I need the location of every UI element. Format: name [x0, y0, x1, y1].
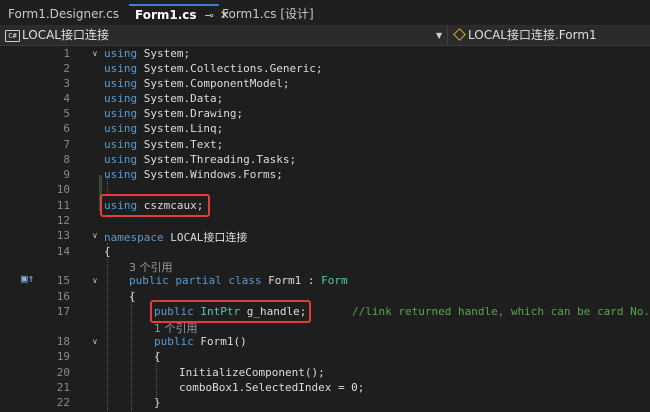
code-line-8: using System.Threading.Tasks; [104, 153, 296, 166]
tab-form1-design[interactable]: Form1.cs [设计] [216, 4, 320, 25]
keyword-using: using [104, 77, 138, 90]
code-line-14: { [104, 245, 111, 258]
code-line-18: public Form1() [154, 335, 247, 348]
collapse-icon[interactable]: ∨ [92, 231, 98, 240]
pin-icon[interactable]: ⊸ [205, 9, 214, 22]
keyword-partial: partial [175, 274, 222, 287]
line-number: 19 [56, 350, 70, 363]
code-line-1: using System; [104, 47, 190, 60]
csharp-project-icon: C# [5, 30, 20, 42]
code-line-13: namespace LOCAL接口连接 [104, 229, 247, 245]
code-line-16: { [129, 290, 136, 303]
line-number: 5 [63, 107, 70, 120]
indent-guide [131, 291, 132, 411]
tab-label: Form1.cs [135, 8, 197, 22]
type-dropdown[interactable]: LOCAL接口连接.Form1 [447, 26, 650, 45]
codelens-references[interactable]: 3 个引用 [129, 259, 173, 275]
code-comment: //link returned handle, which can be car… [352, 305, 650, 318]
code-text: System.Threading.Tasks; [137, 153, 297, 166]
editor-tab-strip: Form1.Designer.cs Form1.cs ⊸ ✕ Form1.cs [设… [0, 0, 650, 26]
line-number: 18 [56, 335, 70, 348]
code-line-21: comboBox1.SelectedIndex = 0; [179, 381, 365, 394]
keyword-public: public [129, 274, 169, 287]
keyword-using: using [104, 47, 138, 60]
navigation-bar: C# LOCAL接口连接 ▼ LOCAL接口连接.Form1 [0, 26, 650, 46]
code-line-4: using System.Data; [104, 92, 223, 105]
keyword-using: using [104, 153, 138, 166]
line-number: 22 [56, 396, 70, 409]
keyword-public: public [154, 335, 194, 348]
code-line-3: using System.ComponentModel; [104, 77, 289, 90]
line-number: 2 [63, 62, 70, 75]
type-form: Form [321, 274, 348, 287]
type-dropdown-label: LOCAL接口连接.Form1 [468, 28, 597, 42]
line-number: 3 [63, 77, 70, 90]
line-number: 7 [63, 138, 70, 151]
line-number: 4 [63, 92, 70, 105]
tab-label: Form1.Designer.cs [8, 7, 119, 21]
code-text: System.ComponentModel; [137, 77, 290, 90]
line-number: 15 [56, 274, 70, 287]
line-number: 9 [63, 168, 70, 181]
tab-form1-cs[interactable]: Form1.cs ⊸ ✕ [129, 4, 230, 25]
code-line-7: using System.Text; [104, 138, 223, 151]
line-number: 1 [63, 47, 70, 60]
highlight-box-using-cszmcaux [100, 194, 210, 217]
code-text: System.Linq; [137, 122, 224, 135]
chevron-down-icon[interactable]: ▼ [436, 26, 442, 45]
line-number: 6 [63, 122, 70, 135]
code-line-2: using System.Collections.Generic; [104, 62, 323, 75]
line-number: 16 [56, 290, 70, 303]
code-line-20: InitializeComponent(); [179, 366, 325, 379]
line-number: 10 [56, 183, 70, 196]
class-icon [453, 28, 466, 41]
code-editor[interactable]: ▣↑ ∨ ∨ ∨ ∨ 1 2 3 4 5 6 7 8 9 10 11 12 13… [0, 46, 650, 412]
keyword-using: using [104, 107, 138, 120]
line-number: 21 [56, 381, 70, 394]
tab-label: Form1.cs [设计] [222, 7, 314, 21]
keyword-class: class [228, 274, 262, 287]
code-line-15: public partial class Form1 : Form [129, 274, 348, 287]
tab-form1-designer[interactable]: Form1.Designer.cs [2, 4, 125, 25]
code-line-19: { [154, 350, 161, 363]
line-number: 20 [56, 366, 70, 379]
keyword-using: using [104, 168, 138, 181]
collapse-icon[interactable]: ∨ [92, 337, 98, 346]
keyword-using: using [104, 92, 138, 105]
collapse-icon[interactable]: ∨ [92, 49, 98, 58]
codelens-references[interactable]: 1 个引用 [154, 320, 198, 336]
line-number: 13 [56, 229, 70, 242]
code-text: Form1 : [261, 274, 322, 287]
collapse-icon[interactable]: ∨ [92, 276, 98, 285]
line-number: 14 [56, 245, 70, 258]
keyword-using: using [104, 62, 138, 75]
code-line-6: using System.Linq; [104, 122, 223, 135]
code-text: System.Data; [137, 92, 224, 105]
code-text: LOCAL接口连接 [163, 231, 248, 244]
indent-guide [107, 243, 108, 411]
implementation-icon[interactable]: ▣↑ [21, 272, 37, 286]
project-dropdown[interactable]: C# LOCAL接口连接 ▼ [0, 26, 446, 45]
line-number: 17 [56, 305, 70, 318]
code-text: System; [137, 47, 191, 60]
code-text: System.Collections.Generic; [137, 62, 323, 75]
code-line-9: using System.Windows.Forms; [104, 168, 283, 181]
keyword-using: using [104, 122, 138, 135]
project-dropdown-label: LOCAL接口连接 [22, 28, 109, 42]
code-line-22: } [154, 396, 161, 409]
code-text: Form1() [193, 335, 247, 348]
line-number: 12 [56, 214, 70, 227]
code-line-5: using System.Drawing; [104, 107, 243, 120]
code-text: System.Windows.Forms; [137, 168, 283, 181]
line-number: 8 [63, 153, 70, 166]
keyword-using: using [104, 138, 138, 151]
code-text: System.Text; [137, 138, 224, 151]
code-text: System.Drawing; [137, 107, 244, 120]
line-number: 11 [56, 199, 70, 212]
keyword-namespace: namespace [104, 231, 164, 244]
